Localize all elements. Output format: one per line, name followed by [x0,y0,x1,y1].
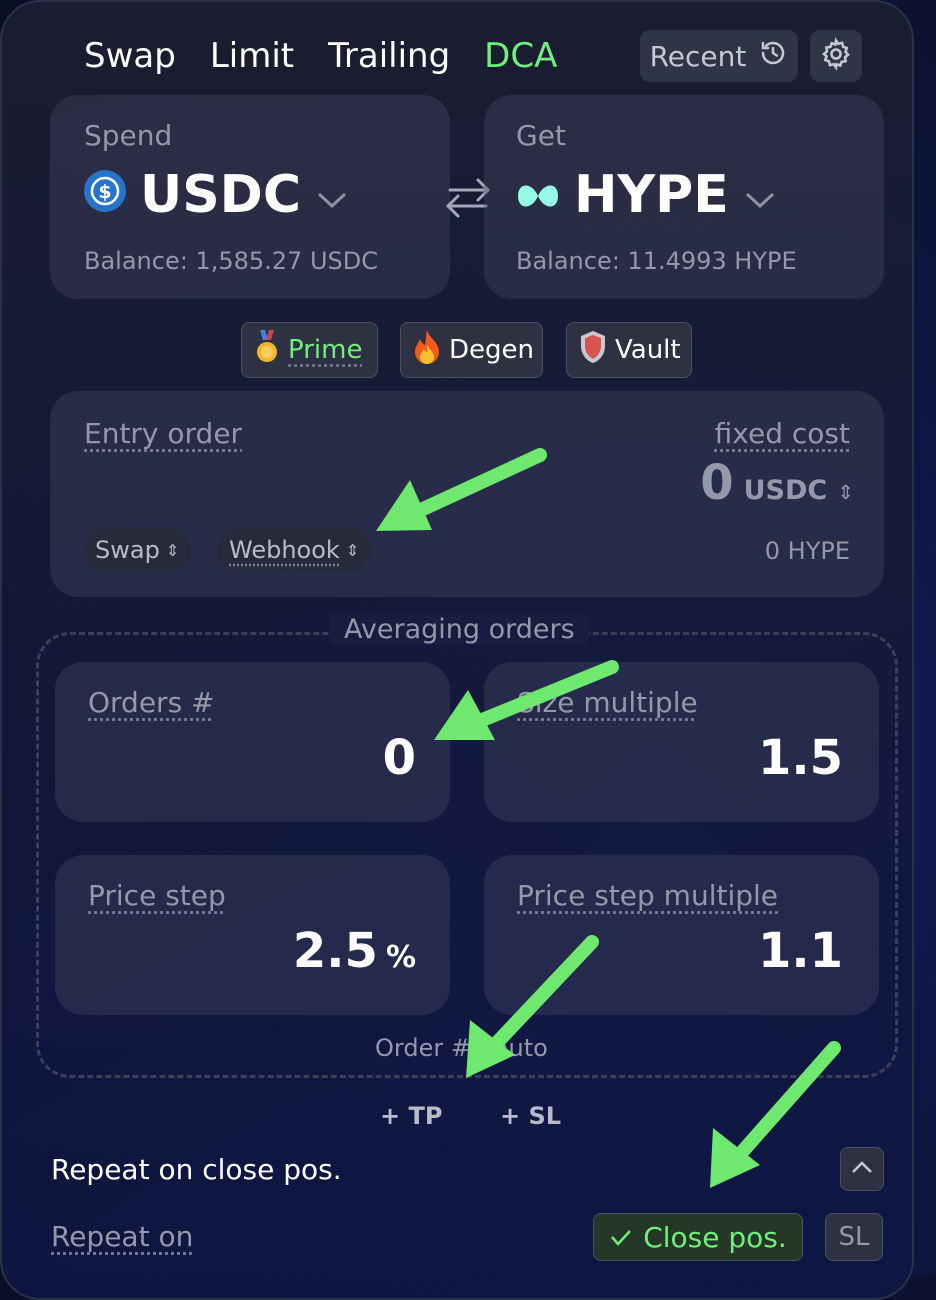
spend-card[interactable]: Spend $ USDC Balance: 1,585.27 USDC [50,95,450,299]
collapse-button[interactable] [840,1147,884,1191]
entry-amount-value: 0 [700,455,734,511]
check-icon [609,1221,633,1254]
sort-arrows-icon: ⇕ [165,540,180,560]
orders-count-label: Orders # [88,686,215,719]
tab-trailing[interactable]: Trailing [328,36,450,76]
history-icon [758,38,788,75]
chevron-down-icon [743,165,777,225]
tab-limit[interactable]: Limit [210,36,294,76]
gear-icon [819,37,853,75]
sl-label: SL [838,1222,870,1252]
hype-icon [516,165,560,225]
get-balance: Balance: 11.4993 HYPE [516,247,797,275]
prime-mode-button[interactable]: Prime [241,322,378,378]
svg-text:$: $ [98,181,111,203]
entry-order-card: Entry order fixed cost 0 USDC ⇕ Swap ⇕ W… [50,391,884,597]
settings-button[interactable] [810,30,862,82]
close-pos-label: Close pos. [643,1220,787,1254]
degen-label: Degen [449,335,534,365]
fire-icon [413,329,441,371]
size-multiple-value: 1.5 [757,730,843,786]
entry-type-label: Swap [95,536,160,564]
recent-label: Recent [649,39,747,73]
vault-label: Vault [615,335,681,365]
spend-balance: Balance: 1,585.27 USDC [84,247,378,275]
order-type-tabs: Swap Limit Trailing DCA [84,36,557,76]
entry-trigger-label: Webhook [229,536,340,564]
sort-arrows-icon[interactable]: ⇕ [837,480,854,504]
sort-arrows-icon: ⇕ [345,540,360,560]
get-token-name: HYPE [574,165,729,225]
size-multiple-field[interactable]: Size multiple 1.5 [484,662,879,822]
shield-icon [579,330,607,371]
entry-amount-input[interactable]: 0 USDC ⇕ [700,455,854,511]
price-step-multiple-field[interactable]: Price step multiple 1.1 [484,855,879,1015]
orders-count-value: 0 [382,730,416,786]
repeat-title: Repeat on close pos. [51,1153,342,1186]
spend-token-name: USDC [140,165,302,225]
spend-token-selector[interactable]: $ USDC [84,165,349,225]
entry-amount-unit[interactable]: USDC [744,475,828,506]
orders-count-field[interactable]: Orders # 0 [55,662,450,822]
medal-icon [254,329,280,371]
entry-hype-amount: 0 HYPE [764,537,850,565]
tab-dca[interactable]: DCA [484,36,557,76]
price-step-multiple-value: 1.1 [757,923,843,979]
first-order-note: Order #1 auto [375,1034,548,1062]
get-label: Get [516,119,566,152]
fixed-cost-label[interactable]: fixed cost [715,417,850,450]
price-step-value-group: 2.5 % [293,923,416,979]
averaging-orders-title: Averaging orders [330,614,589,645]
add-tp-button[interactable]: + TP [380,1102,442,1130]
degen-mode-button[interactable]: Degen [400,322,543,378]
price-step-field[interactable]: Price step 2.5 % [55,855,450,1015]
get-token-selector[interactable]: HYPE [516,165,777,225]
tab-swap[interactable]: Swap [84,36,176,76]
entry-type-select[interactable]: Swap ⇕ [83,528,192,572]
sl-toggle[interactable]: SL [825,1213,883,1261]
get-card[interactable]: Get HYPE Balance: 11.4993 HYPE [484,95,884,299]
entry-trigger-select[interactable]: Webhook ⇕ [217,528,372,572]
usdc-icon: $ [84,165,126,225]
size-multiple-label: Size multiple [517,686,698,719]
price-step-unit: % [385,940,416,975]
add-sl-button[interactable]: + SL [500,1102,561,1130]
chevron-down-icon [315,165,349,225]
vault-mode-button[interactable]: Vault [566,322,692,378]
entry-order-title: Entry order [84,417,243,450]
repeat-on-label: Repeat on [51,1220,194,1253]
price-step-label: Price step [88,879,226,912]
price-step-multiple-label: Price step multiple [517,879,779,912]
chevron-up-icon [850,1159,874,1179]
prime-label: Prime [288,335,363,365]
close-pos-toggle[interactable]: Close pos. [593,1213,803,1261]
price-step-value: 2.5 [292,923,378,979]
spend-label: Spend [84,119,173,152]
recent-button[interactable]: Recent [640,30,798,82]
